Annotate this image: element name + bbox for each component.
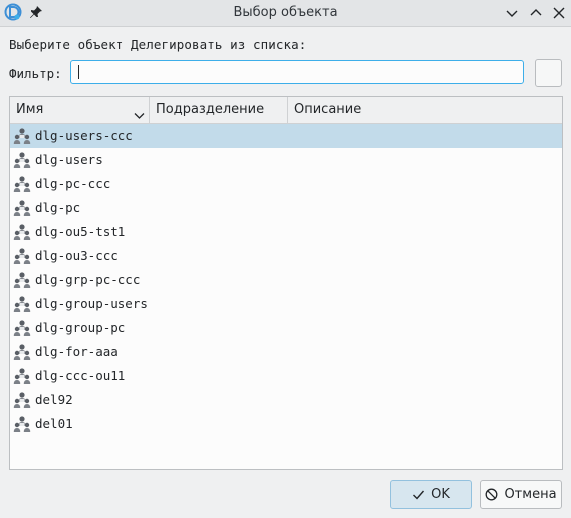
group-icon xyxy=(13,295,31,313)
group-icon xyxy=(13,367,31,385)
list-header: Имя Подразделение Описание xyxy=(10,97,562,124)
ok-button[interactable]: OK xyxy=(390,480,472,509)
check-icon xyxy=(412,489,425,501)
object-list[interactable]: Имя Подразделение Описание dlg-users-ccc… xyxy=(9,96,563,470)
list-item-name: dlg-for-aaa xyxy=(35,344,118,359)
list-item-name: del92 xyxy=(35,392,73,407)
list-item[interactable]: dlg-pc xyxy=(10,196,562,220)
list-item-name: dlg-group-pc xyxy=(35,320,126,335)
group-icon xyxy=(13,415,31,433)
list-item[interactable]: dlg-grp-pc-ccc xyxy=(10,268,562,292)
column-header-description-label: Описание xyxy=(294,102,362,117)
column-header-description[interactable]: Описание xyxy=(288,97,562,123)
list-item[interactable]: dlg-ou5-tst1 xyxy=(10,220,562,244)
cancel-icon xyxy=(485,488,498,501)
column-header-name[interactable]: Имя xyxy=(10,97,150,123)
list-rows: dlg-users-ccc dlg-users dlg-pc-ccc dlg-pc dl… xyxy=(10,124,562,436)
list-item-name: dlg-ccc-ou11 xyxy=(35,368,126,383)
group-icon xyxy=(13,127,31,145)
list-item-name: dlg-users xyxy=(35,152,103,167)
group-icon xyxy=(13,319,31,337)
filter-label: Фильтр: xyxy=(9,66,62,81)
group-icon xyxy=(13,247,31,265)
prompt-text: Выберите объект Делегировать из списка: xyxy=(9,37,307,52)
group-icon xyxy=(13,271,31,289)
list-item-name: dlg-ou3-ccc xyxy=(35,248,118,263)
list-item[interactable]: del92 xyxy=(10,388,562,412)
list-item[interactable]: dlg-for-aaa xyxy=(10,340,562,364)
group-icon xyxy=(13,391,31,409)
list-item[interactable]: dlg-users-ccc xyxy=(10,124,562,148)
title-bar: Выбор объекта xyxy=(0,0,571,27)
list-item-name: dlg-pc-ccc xyxy=(35,176,111,191)
list-item-name: dlg-users-ccc xyxy=(35,128,133,143)
filter-options-button[interactable] xyxy=(535,59,562,87)
list-item[interactable]: del01 xyxy=(10,412,562,436)
column-header-name-label: Имя xyxy=(16,102,44,117)
list-item-name: dlg-group-users xyxy=(35,296,148,311)
list-item[interactable]: dlg-group-users xyxy=(10,292,562,316)
sort-chevron-down-icon xyxy=(134,105,145,119)
column-header-department-label: Подразделение xyxy=(156,102,265,117)
list-item-name: del01 xyxy=(35,416,73,431)
text-caret xyxy=(78,65,79,79)
list-item[interactable]: dlg-group-pc xyxy=(10,316,562,340)
column-header-department[interactable]: Подразделение xyxy=(150,97,288,123)
list-item[interactable]: dlg-ccc-ou11 xyxy=(10,364,562,388)
close-icon[interactable] xyxy=(550,4,568,22)
group-icon xyxy=(13,199,31,217)
list-item-name: dlg-grp-pc-ccc xyxy=(35,272,141,287)
cancel-button-label: Отмена xyxy=(504,487,557,502)
group-icon xyxy=(13,343,31,361)
group-icon xyxy=(13,151,31,169)
group-icon xyxy=(13,175,31,193)
window-title: Выбор объекта xyxy=(233,5,338,20)
cancel-button[interactable]: Отмена xyxy=(480,480,562,509)
list-item-name: dlg-pc xyxy=(35,200,81,215)
minimize-icon[interactable] xyxy=(503,4,521,22)
filter-input[interactable] xyxy=(70,60,524,84)
list-item[interactable]: dlg-users xyxy=(10,148,562,172)
group-icon xyxy=(13,223,31,241)
list-item-name: dlg-ou5-tst1 xyxy=(35,224,126,239)
ok-button-label: OK xyxy=(431,487,450,502)
list-item[interactable]: dlg-pc-ccc xyxy=(10,172,562,196)
list-item[interactable]: dlg-ou3-ccc xyxy=(10,244,562,268)
maximize-icon[interactable] xyxy=(527,4,545,22)
